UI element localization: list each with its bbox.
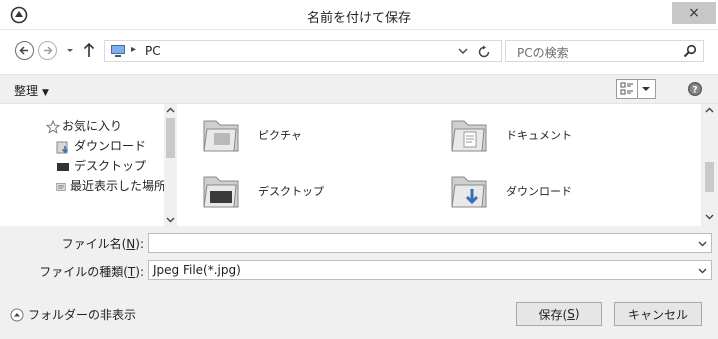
- up-arrow-icon[interactable]: [82, 41, 96, 59]
- sidebar-item-label: デスクトップ: [74, 158, 147, 173]
- scrollbar-thumb[interactable]: [705, 162, 714, 192]
- save-label-suffix: ): [574, 307, 580, 321]
- search-placeholder: PCの検索: [517, 46, 569, 60]
- filetype-label-text: ファイルの種類(: [39, 265, 128, 279]
- svg-text:?: ?: [692, 86, 697, 96]
- details-view-icon: [620, 82, 633, 95]
- sidebar-item-recent-places[interactable]: 最近表示した場所: [56, 176, 166, 194]
- chevron-down-icon[interactable]: [698, 239, 707, 248]
- back-button[interactable]: [15, 41, 34, 60]
- save-label: 保存(: [538, 307, 568, 322]
- sidebar-item-label: お気に入り: [62, 118, 123, 133]
- sidebar-item-downloads[interactable]: ダウンロード: [56, 136, 176, 154]
- scroll-up-icon[interactable]: [166, 106, 175, 115]
- pictures-folder-icon: [203, 120, 239, 152]
- filename-label-suffix: ):: [135, 237, 144, 251]
- file-item-downloads[interactable]: ダウンロード: [448, 166, 572, 216]
- chevron-down-icon[interactable]: [457, 45, 469, 57]
- save-button[interactable]: 保存(S): [516, 302, 602, 326]
- file-item-desktop[interactable]: デスクトップ: [200, 166, 324, 216]
- breadcrumb[interactable]: PC: [145, 44, 161, 58]
- file-label: ダウンロード: [506, 185, 572, 198]
- hide-folders-toggle[interactable]: フォルダーの非表示: [10, 306, 136, 323]
- save-accesskey: S: [567, 307, 575, 321]
- command-toolbar: 整理 ▼ ?: [0, 74, 718, 104]
- view-options-dropdown[interactable]: [638, 79, 656, 99]
- file-label: ピクチャ: [258, 129, 302, 142]
- sidebar-item-favorites[interactable]: お気に入り: [46, 116, 166, 134]
- scroll-down-icon[interactable]: [705, 212, 714, 221]
- sidebar-item-label: 最近表示した場所: [69, 178, 166, 193]
- documents-folder-icon: [451, 120, 487, 152]
- change-view-button[interactable]: [616, 79, 638, 99]
- refresh-icon[interactable]: [476, 44, 492, 60]
- chevron-down-icon: [642, 87, 650, 91]
- file-label: ドキュメント: [506, 129, 572, 142]
- organize-label: 整理: [14, 84, 39, 98]
- sidebar-scrollbar[interactable]: [164, 104, 177, 226]
- help-icon[interactable]: ?: [687, 81, 703, 97]
- downloads-folder-icon: [451, 176, 487, 208]
- forward-button[interactable]: [38, 41, 57, 60]
- filename-accesskey: N: [126, 237, 136, 251]
- filetype-value: Jpeg File(*.jpg): [153, 263, 241, 277]
- save-form: ファイル名(N): ファイルの種類(T): Jpeg File(*.jpg) フ…: [0, 226, 718, 339]
- file-list-scrollbar[interactable]: [701, 104, 718, 226]
- chevron-down-icon: ▼: [42, 88, 49, 98]
- organize-menu[interactable]: 整理 ▼: [14, 82, 49, 99]
- filename-label: ファイル名(N):: [40, 235, 144, 252]
- filetype-select[interactable]: Jpeg File(*.jpg): [148, 260, 712, 280]
- breadcrumb-separator: ▸: [131, 44, 137, 55]
- file-list: ピクチャ ドキュメント デスクトップ ダウンロード: [186, 104, 700, 226]
- address-bar[interactable]: ▸ PC: [104, 40, 502, 62]
- search-icon[interactable]: [683, 44, 697, 58]
- recent-places-icon: [56, 183, 66, 191]
- hide-folders-label: フォルダーの非表示: [28, 308, 137, 322]
- filename-label-text: ファイル名(: [61, 237, 127, 251]
- cancel-button[interactable]: キャンセル: [614, 302, 702, 326]
- scroll-down-icon[interactable]: [166, 215, 175, 224]
- window-title: 名前を付けて保存: [306, 11, 411, 26]
- navigation-bar: ▸ PC PCの検索: [0, 30, 718, 70]
- back-arrow-icon: [19, 46, 28, 55]
- star-icon: [46, 120, 60, 134]
- desktop-icon: [57, 163, 69, 171]
- forward-arrow-icon: [44, 46, 53, 55]
- filename-input[interactable]: [148, 233, 712, 253]
- download-icon: [56, 141, 69, 154]
- sidebar-item-label: ダウンロード: [74, 138, 147, 153]
- recent-locations-dropdown[interactable]: [64, 42, 76, 58]
- navigation-pane: お気に入り ダウンロード デスクトップ 最近表示した場所: [0, 104, 177, 226]
- scrollbar-thumb[interactable]: [166, 118, 175, 158]
- close-button[interactable]: ×: [672, 2, 716, 24]
- title-bar: 名前を付けて保存 ×: [0, 0, 718, 30]
- file-item-documents[interactable]: ドキュメント: [448, 110, 572, 160]
- file-label: デスクトップ: [258, 185, 324, 198]
- content-area: お気に入り ダウンロード デスクトップ 最近表示した場所 ピクチャ ドキュメント…: [0, 104, 718, 226]
- scroll-up-icon[interactable]: [705, 106, 714, 115]
- collapse-up-icon: [10, 308, 24, 321]
- sidebar-item-desktop[interactable]: デスクトップ: [56, 156, 176, 174]
- chevron-down-icon[interactable]: [698, 266, 707, 275]
- search-box[interactable]: PCの検索: [505, 40, 704, 62]
- desktop-folder-icon: [203, 176, 239, 208]
- file-item-pictures[interactable]: ピクチャ: [200, 110, 302, 160]
- filetype-label-suffix: ):: [135, 265, 144, 279]
- filetype-label: ファイルの種類(T):: [20, 263, 144, 280]
- pc-icon: [111, 45, 125, 57]
